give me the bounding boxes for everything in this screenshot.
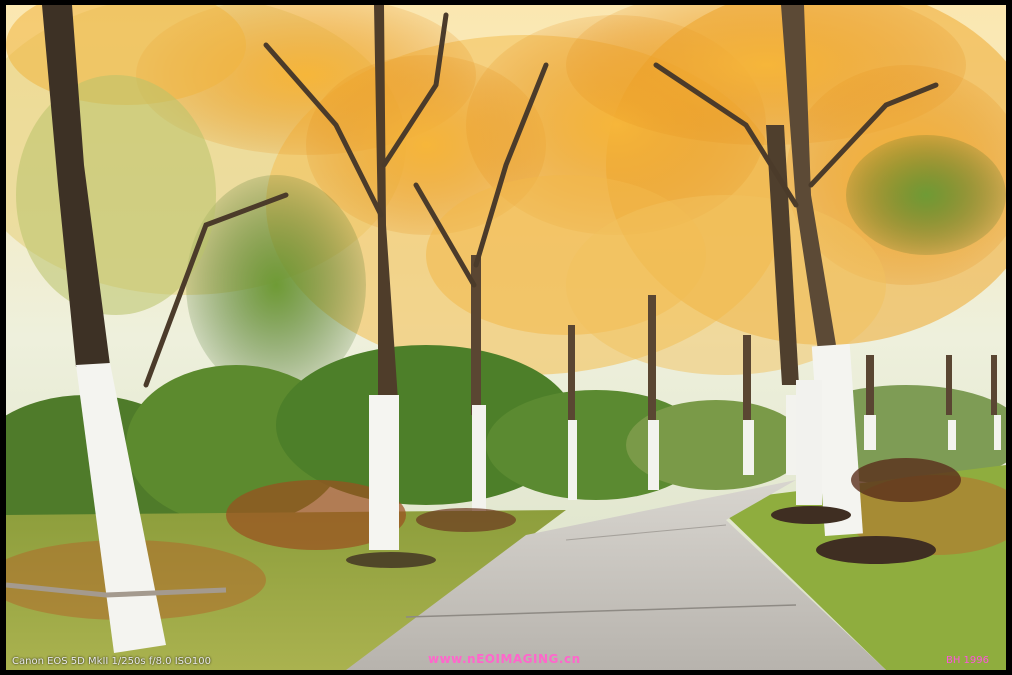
scene-drawing [6,5,1006,670]
watermark-text: www.nEOIMAGING.cn [428,652,581,666]
watermark: www.nEOIMAGING.cn [428,652,581,666]
autumn-park-photo [6,5,1006,670]
photographer-signature: BH 1996 [946,655,990,666]
camera-caption: Canon EOS 5D MkII 1/250s f/8.0 ISO100 [12,656,211,667]
photo-frame: Canon EOS 5D MkII 1/250s f/8.0 ISO100 ww… [0,0,1012,675]
